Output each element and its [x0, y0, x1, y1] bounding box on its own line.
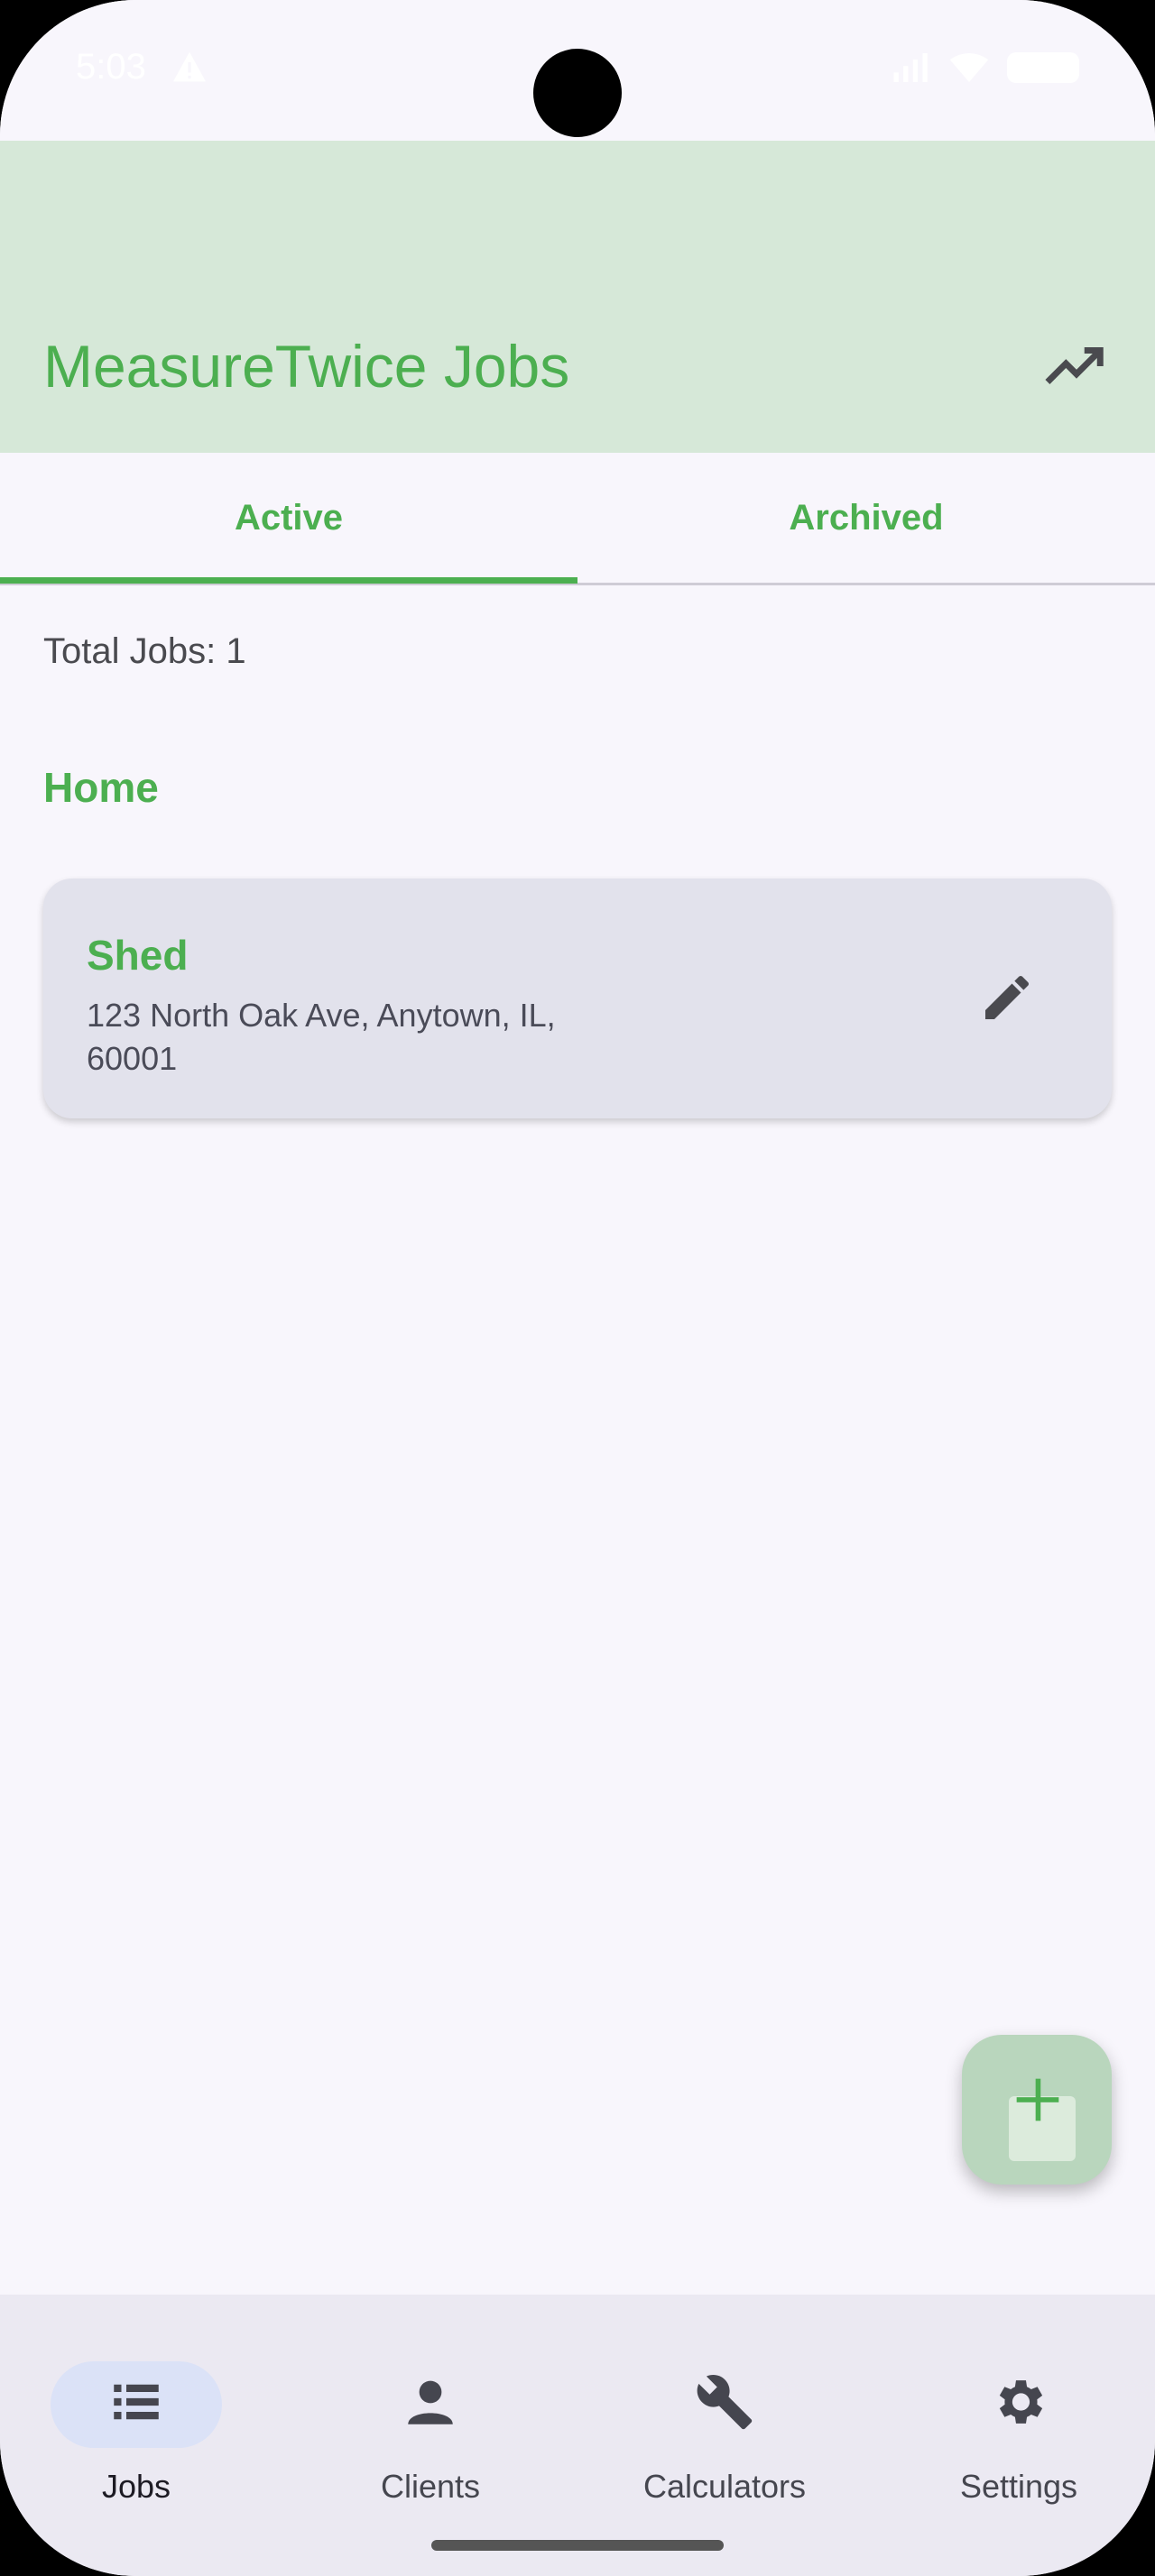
tab-label: Active — [234, 497, 344, 538]
phone-screen: 5:03 MeasureTwice Jobs Active Archived T… — [0, 0, 1155, 2576]
wifi-icon — [949, 53, 989, 82]
person-icon — [408, 2380, 453, 2424]
nav-item-settings[interactable]: Settings — [882, 2327, 1155, 2507]
battery-icon — [1007, 52, 1079, 83]
job-address: 123 North Oak Ave, Anytown, IL, 60001 — [87, 997, 556, 1077]
nav-label-settings: Settings — [959, 2468, 1078, 2505]
group-title: Home — [43, 764, 159, 811]
nav-label-clients: Clients — [380, 2468, 481, 2505]
bottom-navigation: Jobs Clients Calculators Settings — [0, 2295, 1155, 2576]
tab-bar: Active Archived — [0, 453, 1155, 585]
app-bar — [0, 141, 1155, 453]
status-icons — [892, 52, 1079, 83]
edit-icon[interactable] — [978, 969, 1036, 1026]
total-jobs-count: Total Jobs: 1 — [43, 631, 246, 671]
wrench-icon — [697, 2375, 753, 2430]
nav-item-jobs[interactable]: Jobs — [0, 2327, 289, 2507]
tab-label: Archived — [789, 497, 944, 538]
list-icon — [114, 2384, 159, 2420]
warning-icon — [173, 51, 206, 82]
nav-label-calculators: Calculators — [642, 2468, 807, 2505]
tab-archived[interactable]: Archived — [578, 453, 1155, 583]
add-job-button[interactable] — [962, 2035, 1112, 2185]
plus-icon — [1016, 2078, 1059, 2121]
home-indicator[interactable] — [431, 2540, 724, 2551]
tab-active[interactable]: Active — [0, 453, 578, 583]
status-time: 5:03 — [76, 47, 146, 87]
job-name: Shed — [87, 932, 189, 979]
nav-item-calculators[interactable]: Calculators — [588, 2327, 877, 2507]
camera-cutout — [533, 49, 622, 137]
job-card[interactable]: Shed 123 North Oak Ave, Anytown, IL, 600… — [43, 879, 1112, 1118]
tab-indicator — [0, 577, 578, 584]
page-title: MeasureTwice Jobs — [43, 333, 570, 400]
nav-item-clients[interactable]: Clients — [294, 2327, 583, 2507]
signal-icon — [893, 53, 928, 82]
nav-label-jobs: Jobs — [101, 2468, 171, 2505]
gear-icon — [999, 2380, 1043, 2424]
trending-up-icon[interactable] — [1045, 343, 1108, 390]
